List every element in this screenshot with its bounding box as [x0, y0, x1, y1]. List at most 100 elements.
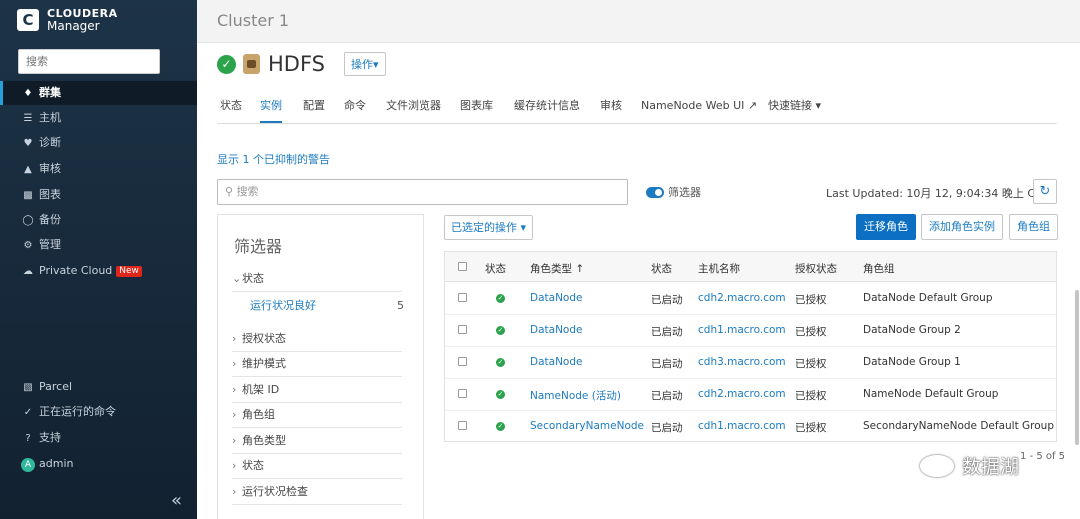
row-checkbox[interactable]	[458, 389, 467, 398]
filter-toggle-label: 筛选器	[668, 186, 701, 199]
filter-panel-title: 筛选器	[234, 237, 283, 256]
sidebar-item-backup[interactable]: ◯ 备份	[0, 208, 197, 232]
commission-state: 已授权	[795, 294, 827, 306]
tab-commands[interactable]: 命令	[344, 96, 366, 123]
sidebar-item-clusters[interactable]: ♦ 群集	[0, 81, 197, 105]
sidebar-item-running-commands[interactable]: ✓ 正在运行的命令	[0, 400, 197, 424]
chevron-right-icon: ›	[232, 434, 237, 447]
sidebar-item-hosts[interactable]: ☰ 主机	[0, 106, 197, 130]
collapse-sidebar-button[interactable]: «	[171, 490, 182, 511]
running-commands-icon: ✓	[23, 407, 33, 418]
good-health-icon: ✓	[217, 54, 236, 74]
backup-icon: ◯	[22, 215, 34, 226]
row-checkbox[interactable]	[458, 293, 467, 302]
filter-section-maintenance-mode[interactable]: › 维护模式	[232, 353, 402, 377]
column-header-commission-state[interactable]: 授权状态	[795, 261, 837, 276]
role-type-link[interactable]: NameNode (活动)	[530, 388, 621, 403]
row-checkbox[interactable]	[458, 325, 467, 334]
migrate-roles-button[interactable]: 迁移角色	[856, 214, 916, 240]
column-header-role-group[interactable]: 角色组	[863, 261, 895, 276]
filter-section-status[interactable]: ⌄状态	[232, 268, 402, 292]
chevron-right-icon: ›	[232, 357, 237, 370]
audit-icon: ▲	[24, 164, 32, 175]
role-group: DataNode Group 1	[863, 356, 961, 368]
instances-search-input[interactable]: ⚲ 搜索	[217, 179, 628, 205]
column-header-state[interactable]: 状态	[651, 261, 672, 276]
host-link[interactable]: cdh2.macro.com	[698, 292, 786, 304]
role-type-link[interactable]: DataNode	[530, 356, 582, 368]
host-link[interactable]: cdh1.macro.com	[698, 420, 786, 432]
actions-dropdown-button[interactable]: 操作▾	[344, 52, 386, 76]
role-state: 已启动	[651, 326, 683, 338]
tab-namenode-web-ui[interactable]: NameNode Web UI ↗	[641, 96, 757, 123]
filter-section-rack-id[interactable]: › 机架 ID	[232, 379, 402, 403]
role-group: DataNode Group 2	[863, 324, 961, 336]
column-header-role-type[interactable]: 角色类型 ↑	[530, 261, 584, 276]
column-header-host-name[interactable]: 主机名称	[698, 261, 740, 276]
sidebar-item-support[interactable]: ? 支持	[0, 426, 197, 450]
filter-section-commission-state[interactable]: › 授权状态	[232, 328, 402, 352]
role-groups-button[interactable]: 角色组	[1009, 214, 1058, 240]
logo-text: CLOUDERA Manager	[47, 8, 118, 33]
host-link[interactable]: cdh2.macro.com	[698, 388, 786, 400]
role-group: DataNode Default Group	[863, 292, 993, 304]
filter-section-health-tests[interactable]: › 运行状况检查	[232, 481, 402, 505]
role-state: 已启动	[651, 358, 683, 370]
selected-actions-dropdown[interactable]: 已选定的操作 ▾	[444, 215, 534, 240]
role-group: SecondaryNameNode Default Group	[863, 420, 1054, 432]
row-checkbox[interactable]	[458, 357, 467, 366]
tab-audits[interactable]: 审核	[600, 96, 622, 123]
chevron-right-icon: ›	[232, 383, 237, 396]
add-role-instances-button[interactable]: 添加角色实例	[921, 214, 1003, 240]
host-link[interactable]: cdh1.macro.com	[698, 324, 786, 336]
host-link[interactable]: cdh3.macro.com	[698, 356, 786, 368]
sidebar-item-parcel[interactable]: ▧ Parcel	[0, 375, 197, 399]
column-header-status[interactable]: 状态	[485, 261, 506, 276]
page-scrollbar[interactable]	[1075, 290, 1079, 445]
sidebar-item-charts[interactable]: ▩ 图表	[0, 183, 197, 207]
role-state: 已启动	[651, 390, 683, 402]
filter-toggle[interactable]: 筛选器	[646, 184, 701, 200]
cluster-title[interactable]: Cluster 1	[217, 11, 289, 30]
sidebar-search-input[interactable]	[18, 49, 160, 74]
cloudera-logo[interactable]: C CLOUDERA Manager	[17, 8, 118, 32]
tab-cache-statistics[interactable]: 缓存统计信息	[514, 96, 580, 123]
sidebar-item-audit[interactable]: ▲ 审核	[0, 157, 197, 181]
sidebar-item-private-cloud[interactable]: ☁ Private Cloud New	[0, 259, 197, 283]
tab-configuration[interactable]: 配置	[303, 96, 325, 123]
tab-chart-library[interactable]: 图表库	[460, 96, 493, 123]
suppressed-warnings-link[interactable]: 显示 1 个已抑制的警告	[217, 151, 330, 167]
tab-quick-links[interactable]: 快速链接 ▾	[768, 96, 821, 123]
role-instances-table: 状态 角色类型 ↑ 状态 主机名称 授权状态 角色组 ✓ DataNode 已启…	[444, 251, 1057, 442]
tab-instances[interactable]: 实例	[260, 96, 282, 123]
role-type-link[interactable]: DataNode	[530, 292, 582, 304]
filter-section-label: 状态	[242, 459, 264, 472]
refresh-button[interactable]: ↻	[1033, 179, 1057, 204]
sidebar-item-label: 群集	[39, 86, 61, 99]
pagination-text: 1 - 5 of 5	[1020, 451, 1066, 462]
sidebar-item-label: 支持	[39, 431, 61, 444]
select-all-checkbox[interactable]	[458, 262, 467, 271]
role-state: 已启动	[651, 294, 683, 306]
sidebar-item-admin[interactable]: ⚙ 管理	[0, 233, 197, 257]
filter-panel: 筛选器 ⌄状态 运行状况良好 5 › 授权状态 › 维护模式 › 机架 ID › 角色组…	[217, 214, 424, 519]
row-checkbox[interactable]	[458, 421, 467, 430]
hosts-icon: ☰	[23, 113, 33, 124]
sidebar-item-label: Parcel	[39, 380, 73, 393]
tab-status[interactable]: 状态	[220, 96, 242, 123]
tab-file-browser[interactable]: 文件浏览器	[386, 96, 441, 123]
sidebar-item-diagnostics[interactable]: ♥ 诊断	[0, 131, 197, 155]
sidebar: C CLOUDERA Manager ♦ 群集 ☰ 主机 ♥ 诊断 ▲ 审核 ▩ 图表 ◯…	[0, 0, 197, 519]
filter-section-state[interactable]: › 状态	[232, 455, 402, 479]
good-health-icon: ✓	[496, 358, 505, 367]
user-avatar-icon: A	[21, 458, 35, 472]
chevron-right-icon: ›	[232, 332, 237, 345]
role-type-link[interactable]: SecondaryNameNode	[530, 420, 644, 432]
sidebar-item-user[interactable]: Aadmin	[0, 452, 197, 476]
role-type-link[interactable]: DataNode	[530, 324, 582, 336]
filter-section-role-type[interactable]: › 角色类型	[232, 430, 402, 454]
commission-state: 已授权	[795, 326, 827, 338]
filter-option-label: 运行状况良好	[250, 299, 316, 312]
filter-option-good-health[interactable]: 运行状况良好 5	[250, 294, 404, 318]
filter-section-role-group[interactable]: › 角色组	[232, 404, 402, 428]
